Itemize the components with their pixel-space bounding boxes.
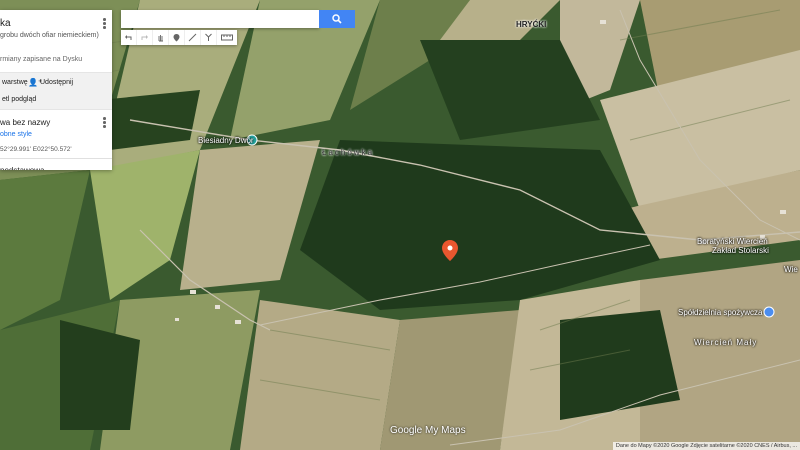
panel-actions: warstwę 👤⁺ Udostępnij etl podgląd	[0, 72, 112, 110]
styles-link[interactable]: obne style	[0, 131, 32, 138]
map-label-wiercien-maly: Wiercień Mały	[694, 338, 758, 347]
poi-shop-icon[interactable]	[763, 306, 775, 318]
divider	[0, 158, 112, 159]
undo-icon[interactable]	[121, 30, 137, 45]
map-label-boratynski: Boratyński Wiercień	[697, 237, 768, 246]
map-attribution[interactable]: Dane do Mapy ©2020 Google Zdjęcie sateli…	[612, 442, 800, 450]
map-legend-panel: ka grobu dwóch ofiar niemieckiem) rmiany…	[0, 10, 112, 170]
map-title[interactable]: ka	[0, 18, 11, 29]
directions-icon[interactable]	[201, 30, 217, 45]
map-toolbar	[121, 30, 237, 45]
line-icon[interactable]	[185, 30, 201, 45]
hand-icon[interactable]	[153, 30, 169, 45]
redo-icon[interactable]	[137, 30, 153, 45]
base-map-toggle[interactable]: podstawowa	[0, 166, 44, 170]
map-label-wie: Wie	[784, 265, 798, 274]
map-label-lachowka: Łachówka	[322, 148, 375, 157]
save-status: rmiany zapisane na Dysku	[0, 56, 83, 63]
layer-name[interactable]: wa bez nazwy	[0, 118, 50, 127]
map-label-biesiadny-dwor: Biesiadny Dwór	[198, 136, 254, 145]
search-input[interactable]	[121, 10, 319, 28]
marker-icon[interactable]	[169, 30, 185, 45]
google-my-maps-logo: Google My Maps	[390, 425, 466, 436]
search-icon	[332, 14, 342, 24]
search-button[interactable]	[319, 10, 355, 28]
map-options-icon[interactable]	[103, 18, 106, 30]
map-label-spoldzielnia: Spółdzielnia spożywcza	[678, 308, 763, 317]
preview-button[interactable]: etl podgląd	[2, 96, 36, 103]
marker-coordinates[interactable]: 52°29.991' E022°50.572'	[0, 146, 72, 153]
map-description[interactable]: grobu dwóch ofiar niemieckiem)	[0, 31, 100, 40]
ruler-icon[interactable]	[217, 30, 237, 45]
share-button[interactable]: Udostępnij	[40, 79, 73, 86]
map-label-hrycki: HRYĆKI	[516, 20, 547, 29]
map-label-zaklad: Zakład Stolarski	[712, 246, 769, 255]
add-layer-button[interactable]: warstwę	[2, 79, 28, 86]
satellite-map[interactable]	[0, 0, 800, 450]
layer-options-icon[interactable]	[103, 117, 106, 129]
